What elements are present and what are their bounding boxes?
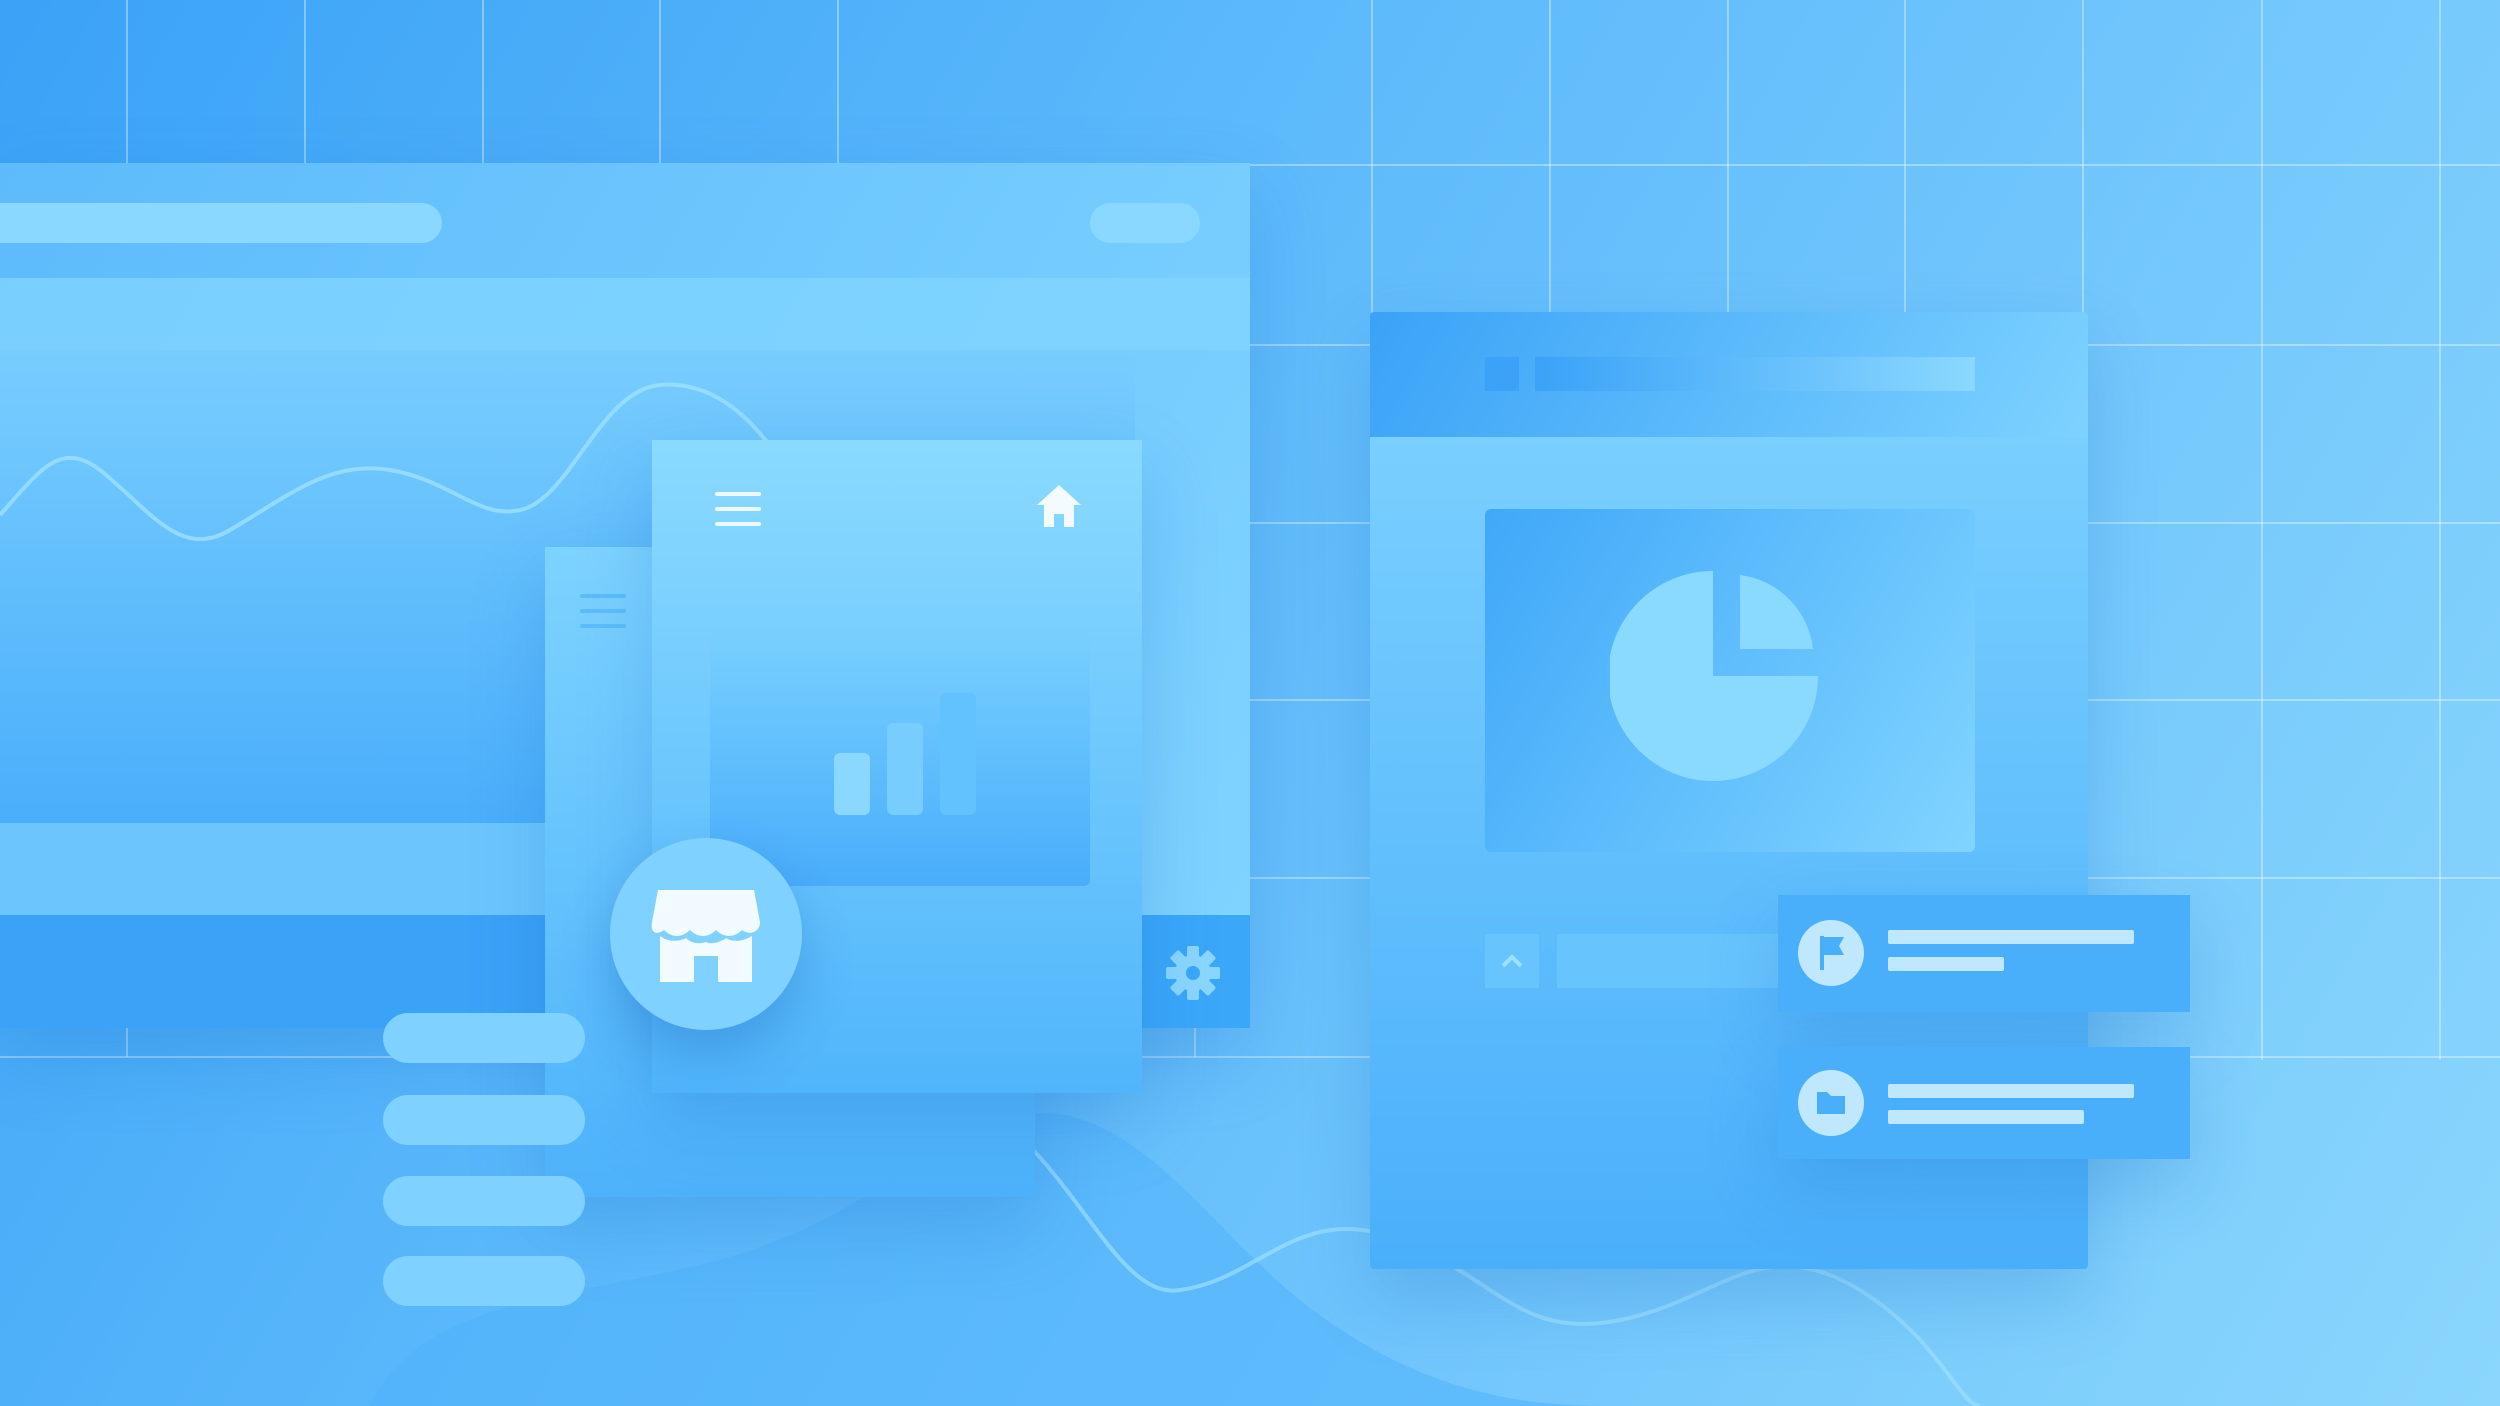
- bar-chart-icon: [834, 693, 976, 815]
- chart-card: [710, 628, 1090, 886]
- header-title-bar: [1535, 357, 1975, 391]
- notification-card-folder[interactable]: [1778, 1047, 2190, 1159]
- notification-line: [1888, 1110, 2084, 1124]
- flag-avatar: [1798, 920, 1864, 986]
- pie-chart-icon: [1610, 571, 1818, 781]
- chevron-up-icon: [1501, 954, 1523, 968]
- folder-avatar: [1798, 1070, 1864, 1136]
- hamburger-icon[interactable]: [580, 592, 626, 632]
- collapse-button[interactable]: [1485, 934, 1539, 988]
- storefront-icon: [651, 890, 760, 982]
- list-pill[interactable]: [383, 1013, 585, 1063]
- notification-card-flag[interactable]: [1778, 895, 2190, 1012]
- hero-wave-line: [0, 382, 782, 542]
- pie-chart-card: [1485, 509, 1975, 852]
- dashboard-header: [1370, 312, 2088, 437]
- notification-line: [1888, 957, 2004, 971]
- flag-icon: [1820, 936, 1844, 970]
- store-button[interactable]: [610, 838, 802, 1030]
- folder-icon: [1817, 1092, 1845, 1114]
- home-icon[interactable]: [1034, 482, 1084, 530]
- list-pill[interactable]: [383, 1095, 585, 1145]
- list-pill[interactable]: [383, 1256, 585, 1306]
- header-square: [1485, 357, 1519, 391]
- notification-line: [1888, 930, 2134, 944]
- hamburger-icon[interactable]: [715, 490, 761, 530]
- list-pill[interactable]: [383, 1176, 585, 1226]
- notification-line: [1888, 1084, 2134, 1098]
